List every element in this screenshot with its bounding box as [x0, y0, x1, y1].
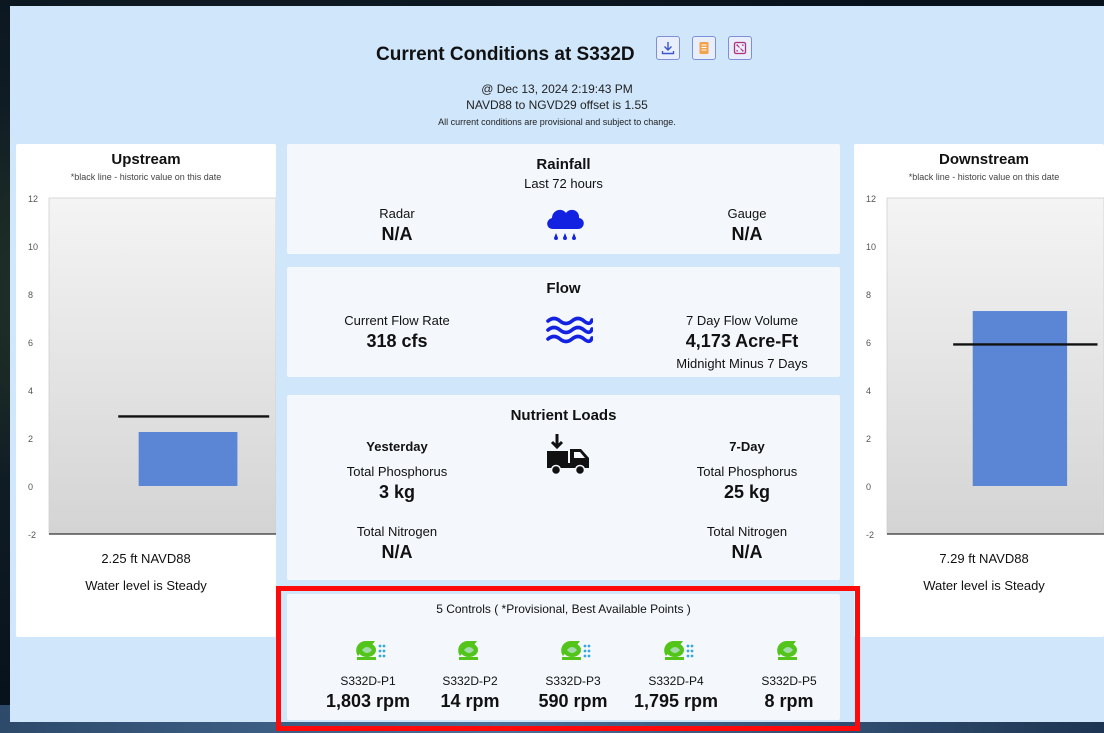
controls-title: 5 Controls ( *Provisional, Best Availabl…: [436, 602, 691, 616]
expand-icon: [733, 41, 747, 55]
controls-card: 5 Controls ( *Provisional, Best Availabl…: [287, 594, 840, 720]
pump-icon: [454, 636, 490, 662]
pump-icon: [557, 636, 593, 662]
gauge-label: Gauge: [727, 206, 767, 221]
document-icon: [699, 42, 709, 54]
upstream-tick-label: 0: [28, 482, 33, 492]
nutrient-title: Nutrient Loads: [510, 407, 617, 424]
control-name: S332D-P2: [442, 674, 498, 688]
downstream-tick-label: 8: [866, 290, 871, 300]
downstream-tick-label: 10: [866, 242, 876, 252]
week-nitrogen-label: Total Nitrogen: [706, 524, 788, 539]
download-button[interactable]: [656, 36, 680, 60]
current-flow-value: 318 cfs: [366, 331, 428, 351]
flow-title: Flow: [546, 280, 581, 297]
downstream-tick-label: 12: [866, 194, 876, 204]
report-button[interactable]: [692, 36, 716, 60]
week-phosphorus-label: Total Phosphorus: [696, 464, 798, 479]
downstream-tick-label: 2: [866, 434, 871, 444]
yesterday-phosphorus-value: 3 kg: [378, 482, 416, 502]
pump-icon: [660, 636, 696, 662]
upstream-level-bar: [138, 432, 238, 486]
downstream-level-value: 7.29 ft NAVD88: [939, 551, 1029, 566]
flow-volume-note: Midnight Minus 7 Days: [676, 356, 808, 371]
upstream-card: Upstream *black line - historic value on…: [16, 144, 276, 637]
downstream-level-bar: [972, 311, 1068, 486]
yesterday-nitrogen-label: Total Nitrogen: [356, 524, 438, 539]
truck-unload-icon: [547, 434, 589, 476]
upstream-note: *black line - historic value on this dat…: [70, 172, 222, 182]
nutrient-card: Nutrient Loads Yesterday Total Phosphoru…: [287, 395, 840, 580]
gauge-value: N/A: [731, 224, 763, 244]
rainfall-subtitle: Last 72 hours: [524, 176, 603, 191]
datum-offset: NAVD88 to NGVD29 offset is 1.55: [466, 98, 648, 112]
upstream-tick-label: 8: [28, 290, 33, 300]
radar-label: Radar: [379, 206, 415, 221]
water-waves-icon: [546, 316, 593, 344]
rainfall-card: Rainfall Last 72 hours Radar N/A Gauge N…: [287, 144, 840, 254]
current-flow-label: Current Flow Rate: [344, 313, 450, 328]
rainfall-title: Rainfall: [536, 156, 591, 173]
control-name: S332D-P3: [545, 674, 601, 688]
control-name: S332D-P5: [761, 674, 817, 688]
radar-value: N/A: [381, 224, 413, 244]
upstream-status: Water level is Steady: [85, 578, 207, 593]
control-rpm-value: 590 rpm: [538, 691, 608, 711]
control-rpm-value: 1,795 rpm: [633, 691, 719, 711]
upstream-level-chart: 12 10 8 6 4 2 0 -2: [28, 194, 276, 540]
control-rpm-value: 14 rpm: [440, 691, 500, 711]
downstream-tick-label: 6: [866, 338, 871, 348]
downstream-tick-label: 4: [866, 386, 871, 396]
week-phosphorus-value: 25 kg: [723, 482, 771, 502]
downstream-tick-label: -2: [866, 530, 874, 540]
provisional-disclaimer: All current conditions are provisional a…: [438, 117, 676, 127]
control-rpm-value: 8 rpm: [764, 691, 814, 711]
upstream-tick-label: -2: [28, 530, 36, 540]
yesterday-nitrogen-value: N/A: [381, 542, 413, 562]
downstream-title: Downstream: [938, 151, 1030, 168]
upstream-tick-label: 4: [28, 386, 33, 396]
rain-cloud-icon: [547, 209, 584, 240]
download-icon: [661, 42, 675, 55]
conditions-panel: Current Conditions at S332D @ Dec 13, 20…: [10, 6, 1104, 722]
downstream-card: Downstream *black line - historic value …: [854, 144, 1104, 637]
downstream-note: *black line - historic value on this dat…: [908, 172, 1060, 182]
downstream-tick-label: 0: [866, 482, 871, 492]
yesterday-phosphorus-label: Total Phosphorus: [346, 464, 448, 479]
flow-volume-value: 4,173 Acre-Ft: [685, 331, 799, 351]
upstream-level-value: 2.25 ft NAVD88: [101, 551, 191, 566]
upstream-tick-label: 6: [28, 338, 33, 348]
downstream-level-chart: 12 10 8 6 4 2 0 -2: [866, 194, 1104, 540]
upstream-title: Upstream: [111, 151, 181, 168]
expand-button[interactable]: [728, 36, 752, 60]
upstream-tick-label: 12: [28, 194, 38, 204]
flow-card: Flow Current Flow Rate 318 cfs 7 Day Flo…: [287, 267, 840, 377]
yesterday-label: Yesterday: [366, 439, 428, 454]
week-label: 7-Day: [729, 439, 765, 454]
week-nitrogen-value: N/A: [731, 542, 763, 562]
pump-icon: [352, 636, 388, 662]
pump-icon: [773, 636, 809, 662]
page-title: Current Conditions at S332D: [376, 44, 635, 65]
upstream-tick-label: 10: [28, 242, 38, 252]
control-name: S332D-P1: [340, 674, 396, 688]
control-name: S332D-P4: [648, 674, 704, 688]
downstream-status: Water level is Steady: [923, 578, 1045, 593]
timestamp: @ Dec 13, 2024 2:19:43 PM: [481, 82, 633, 96]
upstream-tick-label: 2: [28, 434, 33, 444]
flow-volume-label: 7 Day Flow Volume: [686, 313, 798, 328]
